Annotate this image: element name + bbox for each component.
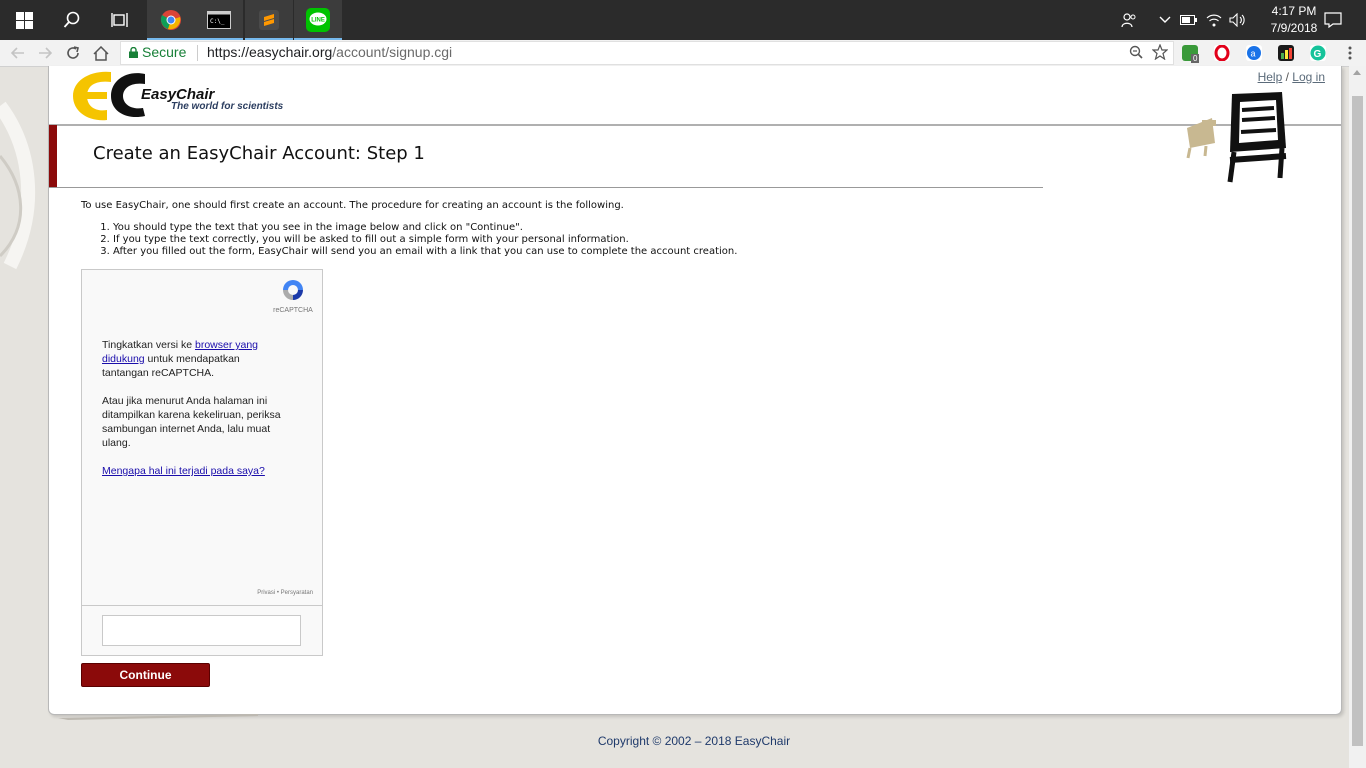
page-shadow-decoration (58, 714, 258, 720)
captcha-answer-input[interactable] (102, 615, 301, 646)
list-item: After you filled out the form, EasyChair… (113, 246, 737, 258)
chevron-up-icon[interactable] (1154, 0, 1176, 40)
link-separator: / (1285, 70, 1289, 84)
scrollbar[interactable] (1349, 66, 1366, 768)
svg-text:C:\_: C:\_ (210, 18, 225, 25)
secure-indicator[interactable]: Secure (129, 44, 186, 60)
easychair-logo[interactable] (71, 70, 149, 122)
battery-icon[interactable] (1178, 0, 1200, 40)
extension-dark-icon[interactable] (1278, 45, 1294, 61)
recaptcha-label: reCAPTCHA (273, 307, 313, 314)
background-decoration (0, 101, 36, 270)
svg-text:LINE: LINE (311, 18, 325, 24)
chrome-menu-icon[interactable] (1340, 43, 1360, 63)
extension-green-icon[interactable]: 0 (1182, 45, 1200, 63)
site-header: EasyChair The world for scientists Help … (49, 66, 1341, 126)
page-title: Create an EasyChair Account: Step 1 (93, 143, 425, 164)
clock-date: 7/9/2018 (1270, 21, 1318, 35)
error-explanation-text: Atau jika menurut Anda halaman ini ditam… (102, 395, 281, 449)
address-bar[interactable]: Secure https://easychair.org/account/sig… (120, 41, 1174, 65)
svg-text:a: a (1251, 49, 1256, 59)
page-container: EasyChair The world for scientists Help … (48, 66, 1342, 715)
help-link[interactable]: Help (1258, 70, 1283, 84)
extension-badge: 0 (1191, 54, 1200, 63)
wifi-icon[interactable] (1202, 0, 1226, 40)
recaptcha-logo[interactable]: reCAPTCHA (270, 278, 316, 314)
intro-text: To use EasyChair, one should first creat… (81, 200, 624, 211)
search-icon[interactable] (48, 0, 96, 40)
url-host: https://easychair.org (207, 44, 333, 60)
action-center-icon[interactable] (1320, 0, 1346, 40)
copyright: Copyright © 2002 – 2018 EasyChair (597, 734, 791, 748)
title-accent (49, 125, 57, 187)
lock-icon (129, 46, 138, 58)
volume-icon[interactable] (1226, 0, 1250, 40)
people-icon[interactable] (1116, 0, 1142, 40)
line-taskbar-icon[interactable]: LINE (294, 0, 342, 40)
taskbar-clock[interactable]: 4:17 PM 7/9/2018 (1264, 3, 1324, 37)
taskbar: C:\_ LINE 4:17 PM 7/9/2018 (0, 0, 1366, 40)
url-text[interactable]: https://easychair.org/account/signup.cgi (207, 44, 452, 60)
forward-arrow-icon[interactable] (35, 43, 55, 63)
scrollbar-thumb[interactable] (1352, 96, 1363, 746)
continue-button[interactable]: Continue (81, 663, 210, 687)
recaptcha-footer[interactable]: Privasi • Persyaratan (257, 590, 313, 596)
recaptcha-icon (283, 280, 303, 300)
task-view-icon[interactable] (96, 0, 144, 40)
brand-tagline: The world for scientists (171, 101, 284, 112)
browser-toolbar: Secure https://easychair.org/account/sig… (0, 40, 1366, 67)
back-arrow-icon[interactable] (8, 43, 28, 63)
list-item: You should type the text that you see in… (113, 222, 737, 234)
reload-icon[interactable] (63, 43, 83, 63)
grammarly-icon[interactable]: G (1310, 45, 1326, 61)
steps-list: You should type the text that you see in… (81, 222, 737, 258)
terminal-taskbar-icon[interactable]: C:\_ (195, 0, 243, 40)
captcha-answer-box (81, 605, 323, 656)
recaptcha-widget: reCAPTCHA Tingkatkan versi ke browser ya… (81, 269, 323, 606)
sublime-text-taskbar-icon[interactable] (245, 0, 293, 40)
scroll-up-arrow-icon[interactable] (1353, 70, 1361, 75)
recaptcha-message: Tingkatkan versi ke browser yang didukun… (102, 338, 282, 478)
secure-label: Secure (142, 44, 187, 60)
header-links: Help / Log in (1258, 70, 1325, 84)
url-path: /account/signup.cgi (332, 44, 453, 60)
zoom-icon[interactable] (1129, 45, 1143, 62)
windows-start-icon[interactable] (0, 0, 48, 40)
list-item: If you type the text correctly, you will… (113, 234, 737, 246)
bookmark-star-icon[interactable] (1151, 43, 1169, 63)
why-this-link[interactable]: Mengapa hal ini terjadi pada saya? (102, 465, 265, 477)
upgrade-browser-text: Tingkatkan versi ke browser yang didukun… (102, 339, 259, 379)
chrome-taskbar-icon[interactable] (147, 0, 195, 40)
login-link[interactable]: Log in (1292, 70, 1325, 84)
page-title-bar: Create an EasyChair Account: Step 1 (49, 125, 1043, 188)
clock-time: 4:17 PM (1271, 4, 1317, 18)
svg-text:G: G (1314, 49, 1322, 60)
opera-vpn-icon[interactable] (1214, 44, 1230, 62)
home-icon[interactable] (91, 43, 111, 63)
extension-a-icon[interactable]: a (1246, 45, 1262, 61)
chair-illustration (1186, 92, 1287, 183)
